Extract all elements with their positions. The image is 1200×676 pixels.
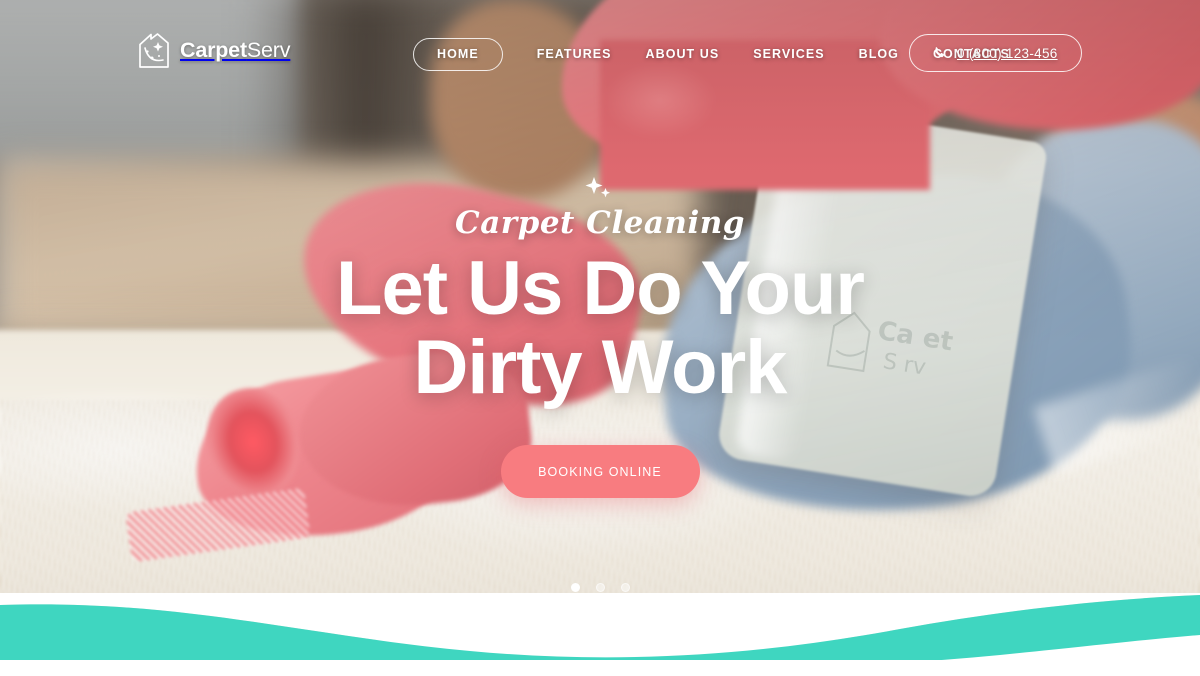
page-footer-strip [0,660,1200,676]
nav-item-about-us[interactable]: ABOUT US [646,39,720,69]
phone-number-text: 0 (800) 123-456 [957,45,1058,61]
phone-button[interactable]: 0 (800) 123-456 [909,34,1082,72]
logo-word-bold: Carpet [180,37,247,62]
house-sparkle-icon [139,33,169,68]
logo-word-light: Serv [246,37,291,62]
booking-online-button[interactable]: BOOKING ONLINE [500,445,700,499]
nav-item-features[interactable]: FEATURES [537,39,612,69]
landing-page: Ca et S rv CarpetServ HOME FEATURES ABOU… [0,0,1200,676]
logo-link[interactable]: CarpetServ [137,31,291,69]
nav-item-home[interactable]: HOME [413,38,503,71]
slider-dot-3[interactable] [620,583,630,592]
phone-handset-icon [934,47,945,58]
site-header: CarpetServ HOME FEATURES ABOUT US SERVIC… [0,0,1200,106]
nav-item-blog[interactable]: BLOG [859,39,899,69]
slider-pagination [0,583,1200,592]
logo-wordmark: CarpetServ [180,37,291,63]
slider-dot-1[interactable] [570,583,580,592]
svg-text:S rv: S rv [881,349,927,380]
slider-dot-2[interactable] [595,583,605,592]
nav-item-services[interactable]: SERVICES [753,39,824,69]
